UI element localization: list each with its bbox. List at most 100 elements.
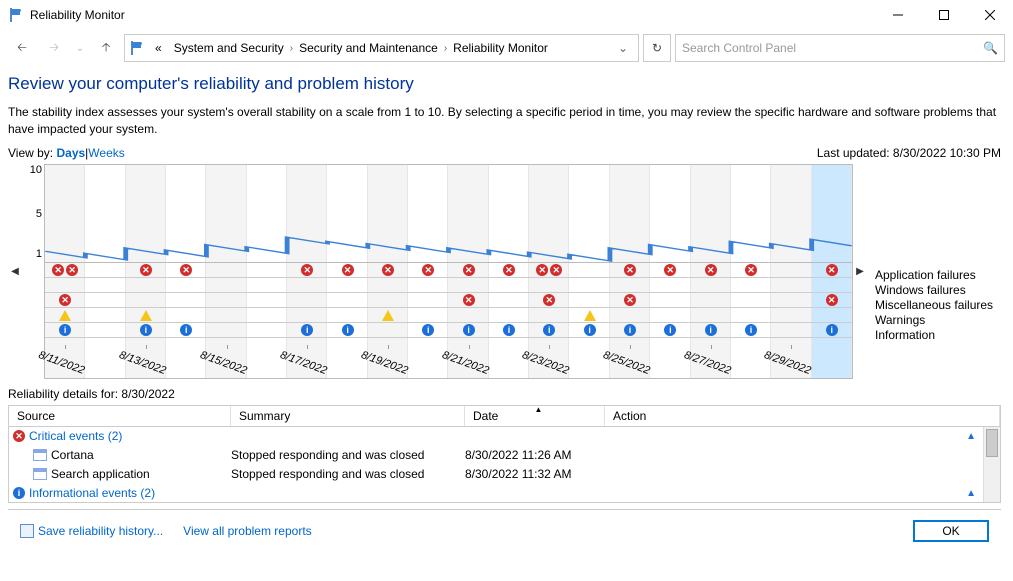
- error-icon: ✕: [745, 264, 757, 276]
- error-icon: ✕: [140, 264, 152, 276]
- collapse-icon: ▲: [966, 488, 976, 499]
- error-icon: ✕: [342, 264, 354, 276]
- details-table[interactable]: ✕ Critical events (2) ▲ Cortana Stopped …: [8, 427, 1001, 503]
- chart-scroll-left[interactable]: ◀: [8, 164, 22, 379]
- forward-button[interactable]: 🡢: [40, 34, 68, 62]
- info-icon: i: [140, 324, 152, 336]
- view-weeks-link[interactable]: Weeks: [88, 146, 124, 160]
- error-icon: ✕: [59, 294, 71, 306]
- error-icon: ✕: [180, 264, 192, 276]
- view-by-label: View by:: [8, 146, 53, 160]
- chart-legend: Application failures Windows failures Mi…: [867, 164, 1001, 379]
- error-icon: ✕: [463, 294, 475, 306]
- info-icon: i: [664, 324, 676, 336]
- error-icon: ✕: [543, 294, 555, 306]
- date-label: 8/17/2022: [279, 349, 329, 377]
- date-label: 8/25/2022: [601, 349, 651, 377]
- info-icon: i: [13, 487, 25, 499]
- scrollbar[interactable]: [983, 427, 1000, 502]
- info-icon: i: [463, 324, 475, 336]
- col-source[interactable]: Source: [9, 406, 231, 426]
- search-input[interactable]: Search Control Panel 🔍: [675, 34, 1005, 62]
- col-summary[interactable]: Summary: [231, 406, 465, 426]
- save-history-link[interactable]: Save reliability history...: [20, 524, 163, 538]
- error-icon: ✕: [826, 264, 838, 276]
- error-icon: ✕: [463, 264, 475, 276]
- window-title: Reliability Monitor: [30, 8, 125, 22]
- breadcrumb[interactable]: Security and Maintenance: [293, 41, 444, 55]
- error-icon: ✕: [536, 264, 548, 276]
- date-label: 8/29/2022: [763, 349, 813, 377]
- nav-bar: 🡠 🡢 ⌄ 🡡 « System and Security › Security…: [0, 30, 1013, 66]
- date-label: 8/27/2022: [682, 349, 732, 377]
- details-header: Reliability details for: 8/30/2022: [8, 379, 1001, 405]
- view-all-reports-link[interactable]: View all problem reports: [183, 524, 312, 538]
- error-icon: ✕: [422, 264, 434, 276]
- info-icon: i: [705, 324, 717, 336]
- info-icon: i: [59, 324, 71, 336]
- date-label: 8/21/2022: [440, 349, 490, 377]
- date-label: 8/11/2022: [37, 349, 86, 377]
- flag-icon: [8, 7, 24, 23]
- warning-icon: [59, 310, 71, 321]
- group-informational[interactable]: i Informational events (2) ▲: [9, 484, 1000, 503]
- info-icon: i: [826, 324, 838, 336]
- search-placeholder: Search Control Panel: [682, 41, 983, 55]
- error-icon: ✕: [301, 264, 313, 276]
- save-icon: [20, 524, 34, 538]
- error-icon: ✕: [13, 430, 25, 442]
- refresh-button[interactable]: ↻: [643, 34, 671, 62]
- table-row[interactable]: Cortana Stopped responding and was close…: [9, 446, 1000, 465]
- minimize-button[interactable]: [875, 0, 921, 30]
- warning-icon: [584, 310, 596, 321]
- ok-button[interactable]: OK: [913, 520, 989, 542]
- info-icon: i: [180, 324, 192, 336]
- error-icon: ✕: [503, 264, 515, 276]
- breadcrumb[interactable]: Reliability Monitor: [447, 41, 554, 55]
- col-action[interactable]: Action: [605, 406, 1000, 426]
- recent-down-icon[interactable]: ⌄: [72, 34, 88, 62]
- info-icon: i: [624, 324, 636, 336]
- app-icon: [33, 468, 47, 480]
- error-icon: ✕: [52, 264, 64, 276]
- info-icon: i: [745, 324, 757, 336]
- details-table-header: Source Summary Date▲ Action: [8, 405, 1001, 427]
- breadcrumb[interactable]: System and Security: [168, 41, 290, 55]
- date-label: 8/15/2022: [198, 349, 248, 377]
- info-icon: i: [503, 324, 515, 336]
- up-button[interactable]: 🡡: [92, 34, 120, 62]
- breadcrumb-ellipsis[interactable]: «: [149, 41, 168, 55]
- search-icon: 🔍: [983, 41, 998, 55]
- error-icon: ✕: [382, 264, 394, 276]
- info-icon: i: [584, 324, 596, 336]
- error-icon: ✕: [550, 264, 562, 276]
- maximize-button[interactable]: [921, 0, 967, 30]
- page-description: The stability index assesses your system…: [8, 104, 1001, 138]
- stability-chart[interactable]: ◀ 10 5 1 ✕✕✕i✕i✕i✕i✕i✕✕i✕✕i✕i✕✕✕ii✕✕i✕i✕…: [8, 164, 1001, 379]
- error-icon: ✕: [826, 294, 838, 306]
- app-icon: [33, 449, 47, 461]
- page-title: Review your computer's reliability and p…: [8, 74, 1001, 94]
- group-critical[interactable]: ✕ Critical events (2) ▲: [9, 427, 1000, 446]
- date-label: 8/13/2022: [117, 349, 167, 377]
- collapse-icon: ▲: [966, 431, 976, 442]
- info-icon: i: [342, 324, 354, 336]
- chart-scroll-right[interactable]: ▶: [853, 164, 867, 379]
- error-icon: ✕: [624, 294, 636, 306]
- error-icon: ✕: [705, 264, 717, 276]
- close-button[interactable]: [967, 0, 1013, 30]
- date-label: 8/23/2022: [521, 349, 571, 377]
- back-button[interactable]: 🡠: [8, 34, 36, 62]
- flag-icon: [129, 40, 145, 56]
- error-icon: ✕: [66, 264, 78, 276]
- info-icon: i: [422, 324, 434, 336]
- address-bar[interactable]: « System and Security › Security and Mai…: [124, 34, 639, 62]
- date-label: 8/19/2022: [359, 349, 409, 377]
- view-days-link[interactable]: Days: [56, 146, 85, 160]
- titlebar: Reliability Monitor: [0, 0, 1013, 30]
- col-date[interactable]: Date▲: [465, 406, 605, 426]
- address-dropdown-icon[interactable]: ⌄: [612, 41, 634, 55]
- info-icon: i: [543, 324, 555, 336]
- info-icon: i: [301, 324, 313, 336]
- table-row[interactable]: Search application Stopped responding an…: [9, 465, 1000, 484]
